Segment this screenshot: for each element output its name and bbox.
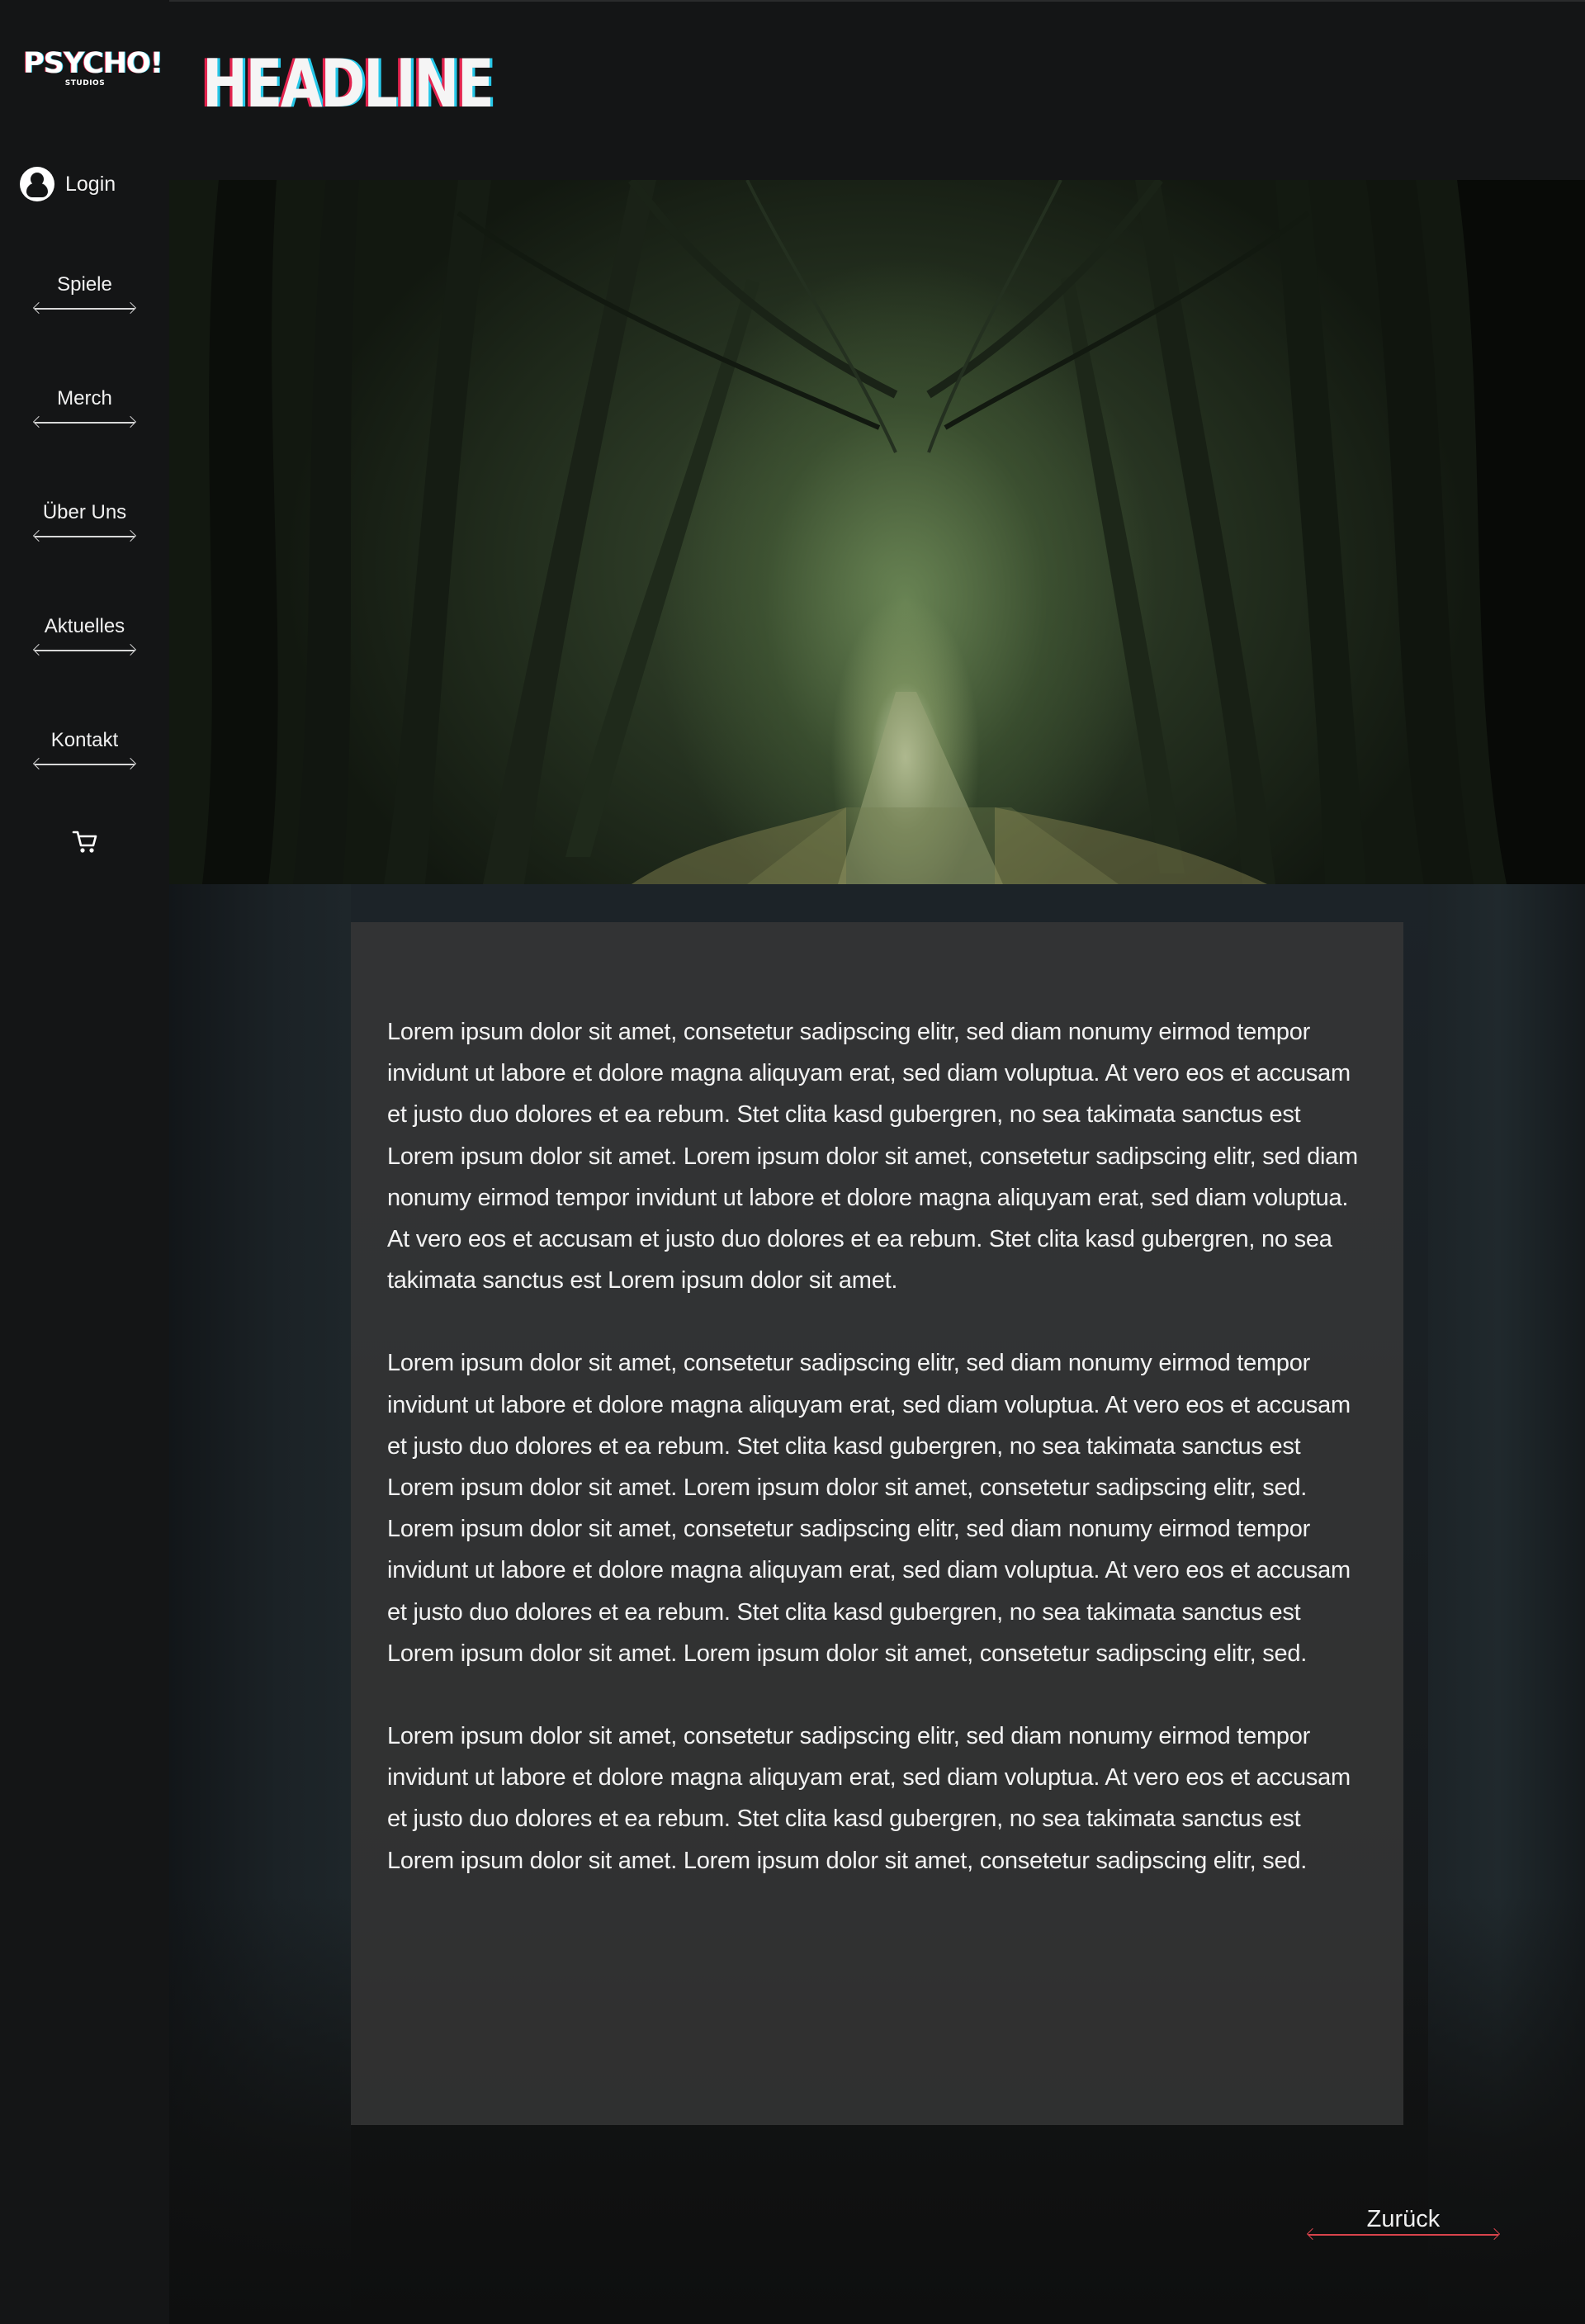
sidebar-item-ueber-uns[interactable]: Über Uns — [33, 500, 136, 550]
sidebar-item-label: Spiele — [57, 273, 112, 296]
psycho-studios-logo[interactable]: PSYCHO! STUDIOS — [23, 47, 163, 88]
back-button-label: Zurück — [1366, 2206, 1441, 2232]
arrow-underline — [35, 422, 135, 424]
sidebar-item-label: Kontakt — [50, 729, 119, 751]
top-header: HEADLINE — [0, 0, 1585, 180]
page: HEADLINE PSYCHO! STUDIOS Login Spiele Me… — [0, 0, 1585, 2324]
article-paragraph: Lorem ipsum dolor sit amet, consetetur s… — [387, 1723, 1351, 1874]
back-button[interactable]: Zurück — [1308, 2204, 1498, 2246]
arrow-underline — [35, 764, 135, 765]
arrow-underline — [35, 650, 135, 651]
article-paragraph: Lorem ipsum dolor sit amet, consetetur s… — [387, 1019, 1358, 1295]
login-label: Login — [65, 172, 116, 196]
page-headline: HEADLINE — [202, 45, 494, 122]
sidebar-item-kontakt[interactable]: Kontakt — [33, 728, 136, 778]
sidebar-item-label: Merch — [57, 387, 112, 409]
sidebar-item-spiele[interactable]: Spiele — [33, 272, 136, 322]
user-avatar-icon — [20, 167, 54, 201]
sidebar-item-label: Aktuelles — [44, 615, 125, 637]
hero-forest-image — [169, 180, 1585, 884]
sidebar-nav: PSYCHO! STUDIOS Login Spiele Merch Über … — [0, 0, 169, 2324]
article-paragraph: Lorem ipsum dolor sit amet, consetetur s… — [387, 1516, 1351, 1667]
sidebar-item-label: Über Uns — [42, 501, 127, 523]
arrow-underline — [35, 308, 135, 310]
arrow-underline — [35, 536, 135, 537]
logo-subtitle: STUDIOS — [64, 79, 106, 88]
article-paragraph: Lorem ipsum dolor sit amet, consetetur s… — [387, 1350, 1351, 1502]
forest-trees-illustration — [202, 180, 1585, 884]
login-button[interactable]: Login — [20, 167, 116, 201]
arrow-underline — [1308, 2234, 1498, 2236]
logo-wordmark: PSYCHO! — [23, 47, 163, 80]
shopping-cart-icon[interactable] — [71, 827, 99, 855]
sidebar-item-aktuelles[interactable]: Aktuelles — [33, 614, 136, 664]
article-text-card: Lorem ipsum dolor sit amet, consetetur s… — [351, 922, 1403, 2125]
sidebar-item-merch[interactable]: Merch — [33, 386, 136, 436]
